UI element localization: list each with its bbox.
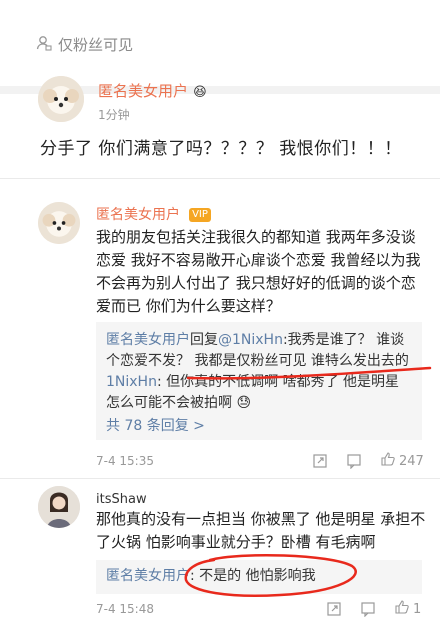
post-time: 1分钟 xyxy=(98,108,130,122)
reply-author[interactable]: 匿名美女用户 xyxy=(106,568,190,584)
post-text: 分手了 你们满意了吗？？？？ 我恨你们！！！ xyxy=(40,139,402,159)
reply-box: 匿名美女用户回复@1NixHn:我秀是谁了？ 谁谈个恋爱不发？ 我都是仅粉丝可见… xyxy=(96,322,422,440)
comment-text: 我的朋友包括关注我很久的都知道 我两年多没谈恋爱 我好不容易敞开心扉谈个恋爱 我… xyxy=(96,228,421,315)
vip-badge: VIP xyxy=(189,207,211,222)
like-button[interactable]: 247 xyxy=(380,451,424,471)
comment-time: 7-4 15:35 xyxy=(96,454,154,468)
comment-actions: 1 xyxy=(326,599,421,619)
reply-item[interactable]: 匿名美女用户: 不是的 他怕影响我 xyxy=(106,566,412,587)
share-icon[interactable] xyxy=(312,453,328,469)
avatar[interactable] xyxy=(38,486,80,528)
comment-icon[interactable] xyxy=(346,453,362,469)
avatar[interactable] xyxy=(38,76,84,122)
thumb-up-icon xyxy=(394,599,410,619)
share-icon[interactable] xyxy=(326,601,342,617)
reply-item[interactable]: 1NixHn: 但你真的不低调啊 啥都秀了 他是明星怎么可能不会被拍啊 😓 xyxy=(106,372,412,414)
visibility-bar: 仅粉丝可见 xyxy=(0,0,440,86)
person-lock-icon xyxy=(36,35,52,55)
like-button[interactable]: 1 xyxy=(394,599,421,619)
divider xyxy=(0,178,440,179)
comment-author[interactable]: 匿名美女用户 xyxy=(96,207,180,223)
visibility-label: 仅粉丝可见 xyxy=(58,36,134,54)
like-count: 1 xyxy=(413,601,422,617)
reply-text: : 不是的 他怕影响我 xyxy=(190,568,316,584)
reply-item[interactable]: 匿名美女用户回复@1NixHn:我秀是谁了？ 谁谈个恋爱不发？ 我都是仅粉丝可见… xyxy=(106,330,412,372)
comment-text: 那他真的没有一点担当 你被黑了 他是明星 承担不了火锅 怕影响事业就分手？卧槽 … xyxy=(96,510,426,551)
comment-icon[interactable] xyxy=(360,601,376,617)
reply-author[interactable]: 匿名美女用户 xyxy=(106,332,190,348)
thumb-up-icon xyxy=(380,451,396,471)
more-replies-link[interactable]: 共 78 条回复 > xyxy=(106,416,412,437)
emoji-badge: 😆 xyxy=(193,85,207,100)
divider xyxy=(0,478,440,479)
post-author[interactable]: 匿名美女用户 xyxy=(98,82,188,100)
like-count: 247 xyxy=(399,453,424,469)
reply-author[interactable]: 1NixHn xyxy=(106,374,157,390)
avatar[interactable] xyxy=(38,202,80,244)
reply-prefix: 回复 xyxy=(190,332,218,348)
reply-box: 匿名美女用户: 不是的 他怕影响我 xyxy=(96,560,422,594)
comment-actions: 247 xyxy=(312,451,424,471)
comment-time: 7-4 15:48 xyxy=(96,602,154,616)
mention-link[interactable]: @1NixHn xyxy=(218,332,283,348)
